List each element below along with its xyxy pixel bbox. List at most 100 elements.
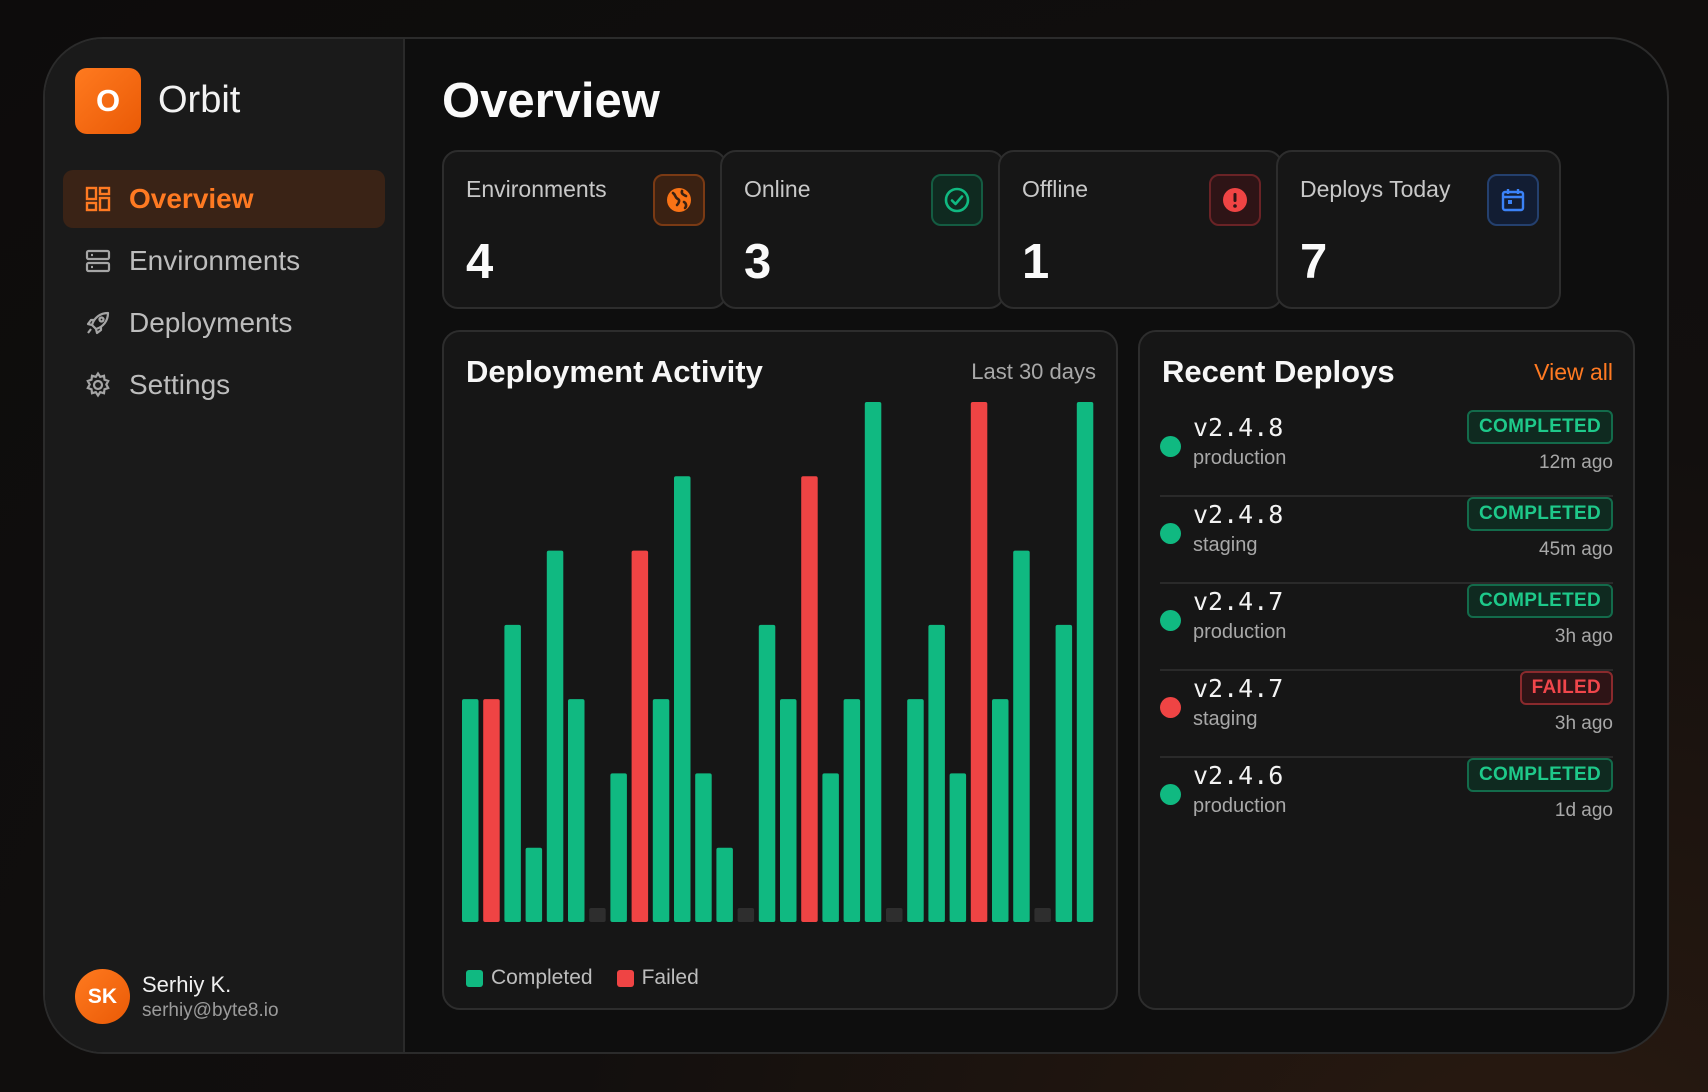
chart-bar-4	[525, 847, 543, 922]
status-dot	[1160, 784, 1181, 805]
deploy-environment: production	[1193, 447, 1287, 469]
chart-bar-7	[589, 908, 606, 922]
date-range-label[interactable]: Last 30 days	[971, 359, 1096, 385]
legend-label: Failed	[641, 966, 699, 989]
user-profile[interactable]: SK Serhiy K. serhiy@byte8.io	[75, 969, 279, 1024]
deploy-version: v2.4.7	[1193, 587, 1284, 616]
sidebar-item-label: Settings	[129, 369, 231, 400]
legend-item-completed: Completed	[466, 966, 593, 990]
chart-bar-20	[864, 402, 882, 922]
view-all-link[interactable]: View all	[1534, 359, 1613, 386]
deploy-time: 3h ago	[1554, 713, 1613, 734]
stat-value: 7	[1300, 235, 1328, 289]
status-dot	[1160, 610, 1181, 631]
dashboard-icon	[83, 184, 113, 214]
sidebar: O Orbit Overview Environments Deployment…	[45, 39, 405, 1052]
deploy-version: v2.4.6	[1193, 761, 1284, 790]
status-badge: COMPLETED	[1467, 584, 1613, 618]
chart-bar-11	[674, 476, 691, 922]
deploy-environment: staging	[1193, 708, 1258, 730]
chart-bar-2	[483, 699, 500, 922]
gear-icon	[83, 370, 113, 400]
stat-label: Offline	[1022, 176, 1089, 202]
legend-swatch-failed	[616, 969, 634, 987]
chart-bar-26	[992, 699, 1009, 922]
chart-bar-13	[716, 847, 733, 922]
chart-bar-27	[1013, 550, 1030, 922]
chart-bar-25	[970, 402, 988, 922]
alert-icon	[1209, 174, 1261, 226]
calendar-icon	[1487, 174, 1539, 226]
chart-bar-14	[737, 908, 755, 922]
chart-bar-19	[843, 699, 861, 922]
chart-bar-29	[1055, 624, 1073, 922]
chart-bar-5	[546, 550, 564, 922]
chart-bar-15	[758, 624, 776, 922]
app-name: Orbit	[158, 79, 241, 121]
deploy-row[interactable]: v2.4.6 production COMPLETED 1d ago	[1160, 758, 1613, 845]
sidebar-item-label: Overview	[129, 183, 254, 214]
check-circle-icon	[931, 174, 983, 226]
stat-card-online[interactable]: Online 3	[720, 150, 1005, 309]
stat-card-environments[interactable]: Environments 4	[442, 150, 727, 309]
sidebar-nav: Overview Environments Deployments Settin…	[63, 170, 385, 418]
deploy-row[interactable]: v2.4.7 production COMPLETED 3h ago	[1160, 584, 1613, 671]
sidebar-item-environments[interactable]: Environments	[63, 232, 385, 290]
stat-value: 1	[1022, 235, 1050, 289]
chart-bar-24	[949, 773, 967, 922]
chart-bar-30	[1076, 402, 1094, 922]
deploy-row[interactable]: v2.4.8 staging COMPLETED 45m ago	[1160, 497, 1613, 584]
chart-bar-8	[610, 773, 627, 922]
status-badge: COMPLETED	[1467, 497, 1613, 531]
legend-swatch-completed	[466, 969, 483, 987]
sidebar-item-label: Deployments	[129, 307, 293, 338]
stat-label: Environments	[466, 176, 607, 202]
globe-icon	[653, 174, 705, 226]
deploy-environment: production	[1193, 621, 1287, 643]
deploy-time: 12m ago	[1539, 452, 1613, 473]
sidebar-item-settings[interactable]: Settings	[63, 356, 385, 414]
app-window: O Orbit Overview Environments Deployment…	[43, 37, 1669, 1054]
status-badge: COMPLETED	[1467, 758, 1613, 792]
user-name: Serhiy K.	[142, 971, 232, 997]
deploy-time: 45m ago	[1539, 539, 1613, 560]
chart-bar-6	[568, 699, 585, 922]
chart-legend: Completed Failed	[466, 966, 723, 990]
logo-letter: O	[95, 83, 121, 118]
chart-bar-28	[1034, 908, 1051, 922]
sidebar-item-label: Environments	[129, 245, 301, 276]
app-logo[interactable]: O	[75, 68, 141, 134]
stat-label: Online	[744, 176, 811, 202]
stat-label: Deploys Today	[1300, 176, 1451, 202]
status-dot	[1160, 523, 1181, 544]
status-badge: FAILED	[1519, 671, 1613, 705]
avatar: SK	[75, 969, 130, 1024]
server-icon	[83, 246, 113, 276]
chart-bar-17	[801, 476, 818, 922]
legend-label: Completed	[491, 966, 593, 989]
chart-bar-21	[886, 908, 903, 922]
deploy-row[interactable]: v2.4.7 staging FAILED 3h ago	[1160, 671, 1613, 758]
status-dot	[1160, 697, 1181, 718]
chart-bar-22	[907, 699, 924, 922]
chart-bar-23	[928, 624, 945, 922]
panel-title: Recent Deploys	[1162, 354, 1395, 389]
deploy-environment: staging	[1193, 534, 1258, 556]
sidebar-item-overview[interactable]: Overview	[63, 170, 385, 228]
recent-deploys-panel: Recent Deploys View all v2.4.8 productio…	[1138, 330, 1635, 1010]
stat-value: 3	[744, 235, 772, 289]
deployment-activity-panel: Deployment Activity Last 30 days Complet…	[442, 330, 1118, 1010]
deploy-environment: production	[1193, 795, 1287, 817]
legend-item-failed: Failed	[616, 966, 699, 990]
deploy-time: 3h ago	[1554, 626, 1613, 647]
stat-card-deploys-today[interactable]: Deploys Today 7	[1276, 150, 1561, 309]
stat-card-offline[interactable]: Offline 1	[998, 150, 1283, 309]
deploy-version: v2.4.7	[1193, 674, 1284, 703]
deploy-row[interactable]: v2.4.8 production COMPLETED 12m ago	[1160, 410, 1613, 497]
page-title: Overview	[442, 74, 660, 128]
chart-bar-10	[652, 699, 670, 922]
stat-value: 4	[466, 235, 494, 289]
chart-bar-1	[462, 699, 479, 922]
sidebar-item-deployments[interactable]: Deployments	[63, 294, 385, 352]
deploy-version: v2.4.8	[1193, 413, 1284, 442]
